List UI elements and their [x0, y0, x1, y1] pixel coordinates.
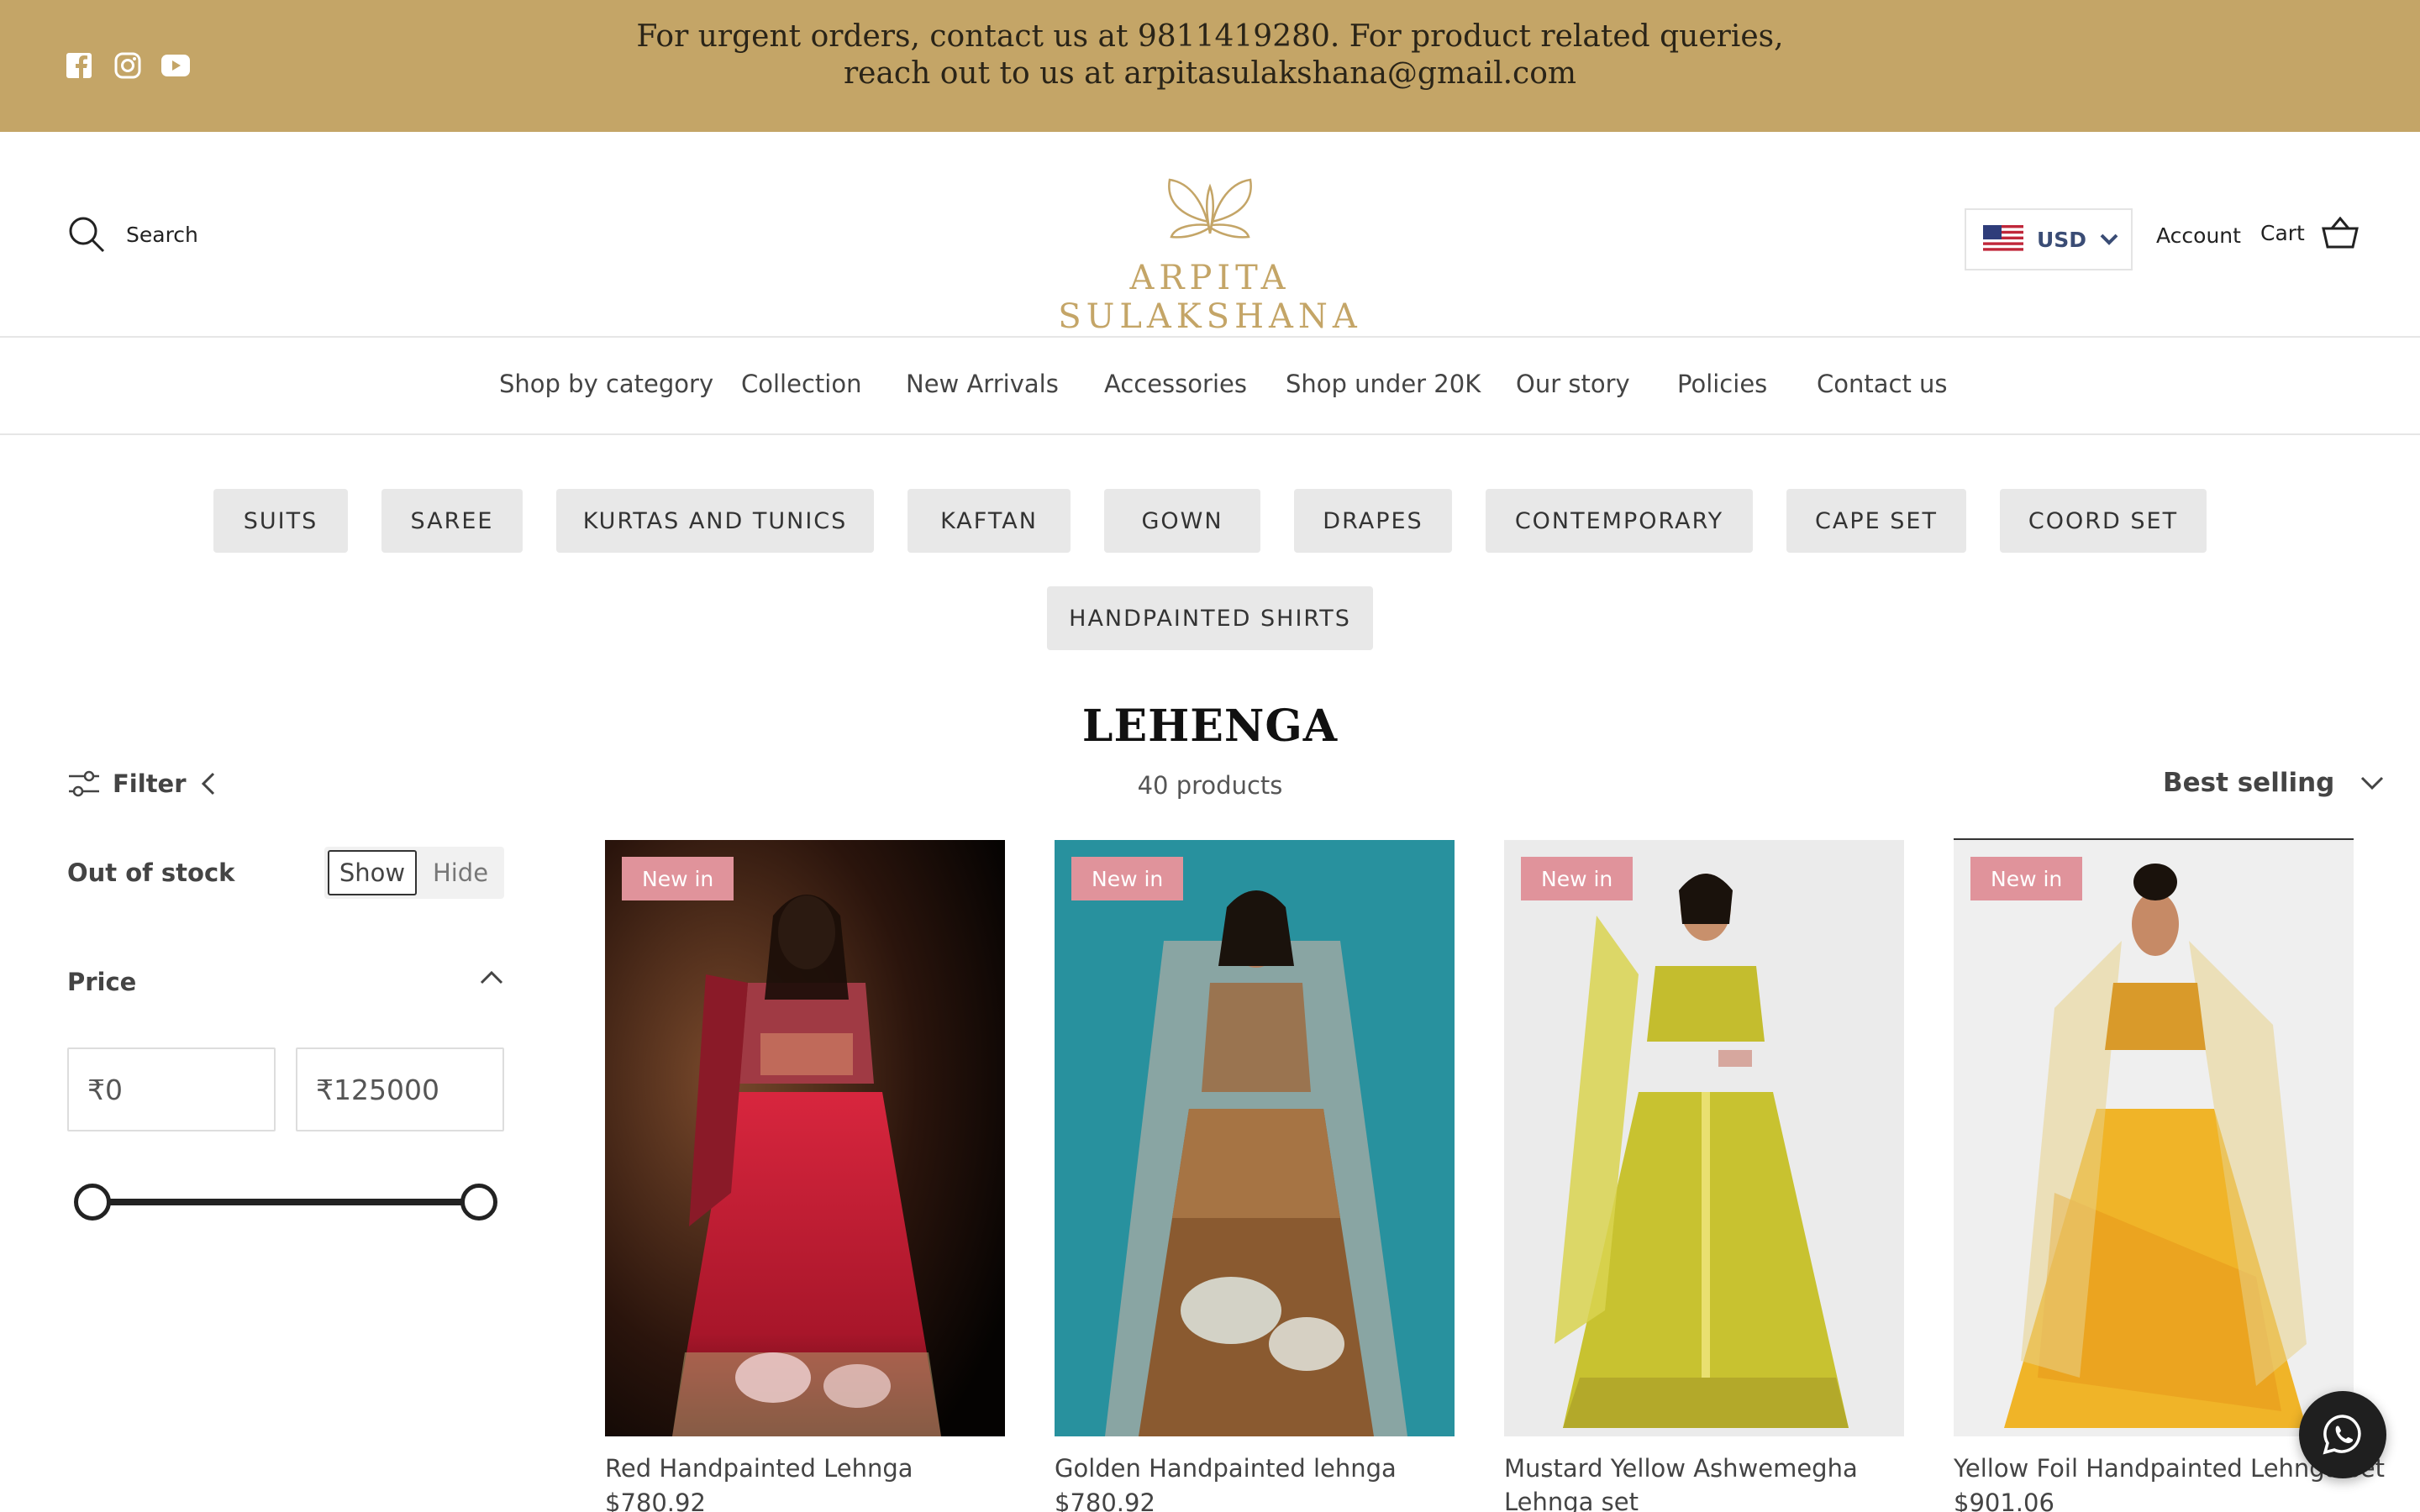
product-card[interactable]: New in Red Handpainted Lehnga $780.92 — [605, 840, 1005, 1512]
chevron-left-icon — [201, 772, 214, 795]
product-price: $780.92 — [605, 1488, 706, 1512]
sort-label: Best selling — [2163, 768, 2335, 798]
price-slider-min-handle[interactable] — [74, 1184, 111, 1221]
new-in-badge: New in — [1521, 857, 1634, 900]
category-pill-drapes[interactable]: DRAPES — [1294, 489, 1452, 553]
category-pill-contemporary[interactable]: CONTEMPORARY — [1486, 489, 1753, 553]
butterfly-logo-icon — [1168, 178, 1252, 239]
nav-our-story[interactable]: Our story — [1516, 370, 1630, 398]
nav-shop-under-20k[interactable]: Shop under 20K — [1286, 370, 1481, 398]
product-card[interactable]: New in Yellow Foil Handpainted Lehnga se… — [1954, 838, 2385, 1512]
cart-basket-icon — [2321, 217, 2359, 249]
chevron-down-icon — [2100, 234, 2118, 245]
product-card[interactable]: New in Mustard Yellow Ashwemegha Lehnga … — [1504, 840, 1904, 1512]
nav-shop-by-category[interactable]: Shop by category — [499, 370, 713, 398]
whatsapp-icon — [2323, 1415, 2361, 1455]
logo[interactable]: ARPITA SULAKSHANA — [983, 175, 1437, 336]
category-pill-gown[interactable]: GOWN — [1104, 489, 1260, 553]
whatsapp-chat-button[interactable] — [2299, 1391, 2386, 1478]
nav-policies[interactable]: Policies — [1677, 370, 1767, 398]
search-label: Search — [126, 222, 198, 247]
category-pill-handpainted-shirts[interactable]: HANDPAINTED SHIRTS — [1047, 586, 1373, 650]
product-name[interactable]: Red Handpainted Lehnga — [605, 1452, 1042, 1485]
category-pill-kurtas-and-tunics[interactable]: KURTAS AND TUNICS — [556, 489, 874, 553]
new-in-badge: New in — [1071, 857, 1184, 900]
chevron-down-icon — [2361, 776, 2384, 790]
price-slider-track — [92, 1199, 479, 1205]
product-price: $901.06 — [1954, 1488, 2054, 1512]
collection-title: LEHENGA — [1081, 701, 1339, 752]
account-link[interactable]: Account — [2156, 223, 2241, 248]
category-pill-saree[interactable]: SAREE — [381, 489, 523, 553]
cart-link[interactable]: Cart — [2260, 217, 2359, 249]
category-pill-suits[interactable]: SUITS — [213, 489, 348, 553]
show-option[interactable]: Show — [328, 850, 417, 895]
cart-label: Cart — [2260, 220, 2305, 245]
announcement-text: For urgent orders, contact us at 9811419… — [636, 19, 1784, 91]
currency-label: USD — [2037, 227, 2087, 252]
product-image[interactable]: New in — [605, 840, 1005, 1436]
product-count: 40 products — [1137, 771, 1283, 800]
nav-new-arrivals[interactable]: New Arrivals — [906, 370, 1059, 398]
announcement-bar: For urgent orders, contact us at 9811419… — [0, 0, 2420, 132]
logo-wordmark: ARPITA SULAKSHANA — [1058, 259, 1362, 336]
filter-label: Filter — [113, 769, 187, 798]
stock-visibility-toggle: Show Hide — [324, 847, 504, 899]
header-divider — [0, 336, 2420, 338]
nav-contact-us[interactable]: Contact us — [1817, 370, 1948, 398]
product-image[interactable]: New in — [1055, 840, 1455, 1436]
currency-selector[interactable]: USD — [1965, 208, 2133, 270]
new-in-badge: New in — [1970, 857, 2083, 900]
sort-dropdown[interactable]: Best selling — [2163, 768, 2385, 798]
category-pill-cape-set[interactable]: CAPE SET — [1786, 489, 1966, 553]
nav-divider — [0, 433, 2420, 435]
product-image[interactable]: New in — [1954, 840, 2354, 1436]
price-slider-max-handle[interactable] — [460, 1184, 497, 1221]
category-pill-coord-set[interactable]: COORD SET — [2000, 489, 2207, 553]
out-of-stock-label: Out of stock — [67, 858, 235, 887]
youtube-icon[interactable] — [161, 52, 190, 79]
nav-accessories[interactable]: Accessories — [1104, 370, 1247, 398]
price-filter-label[interactable]: Price — [67, 968, 136, 996]
product-price: $780.92 — [1055, 1488, 1155, 1512]
instagram-icon[interactable] — [114, 52, 141, 79]
chevron-up-icon[interactable] — [479, 968, 504, 986]
search-icon — [69, 217, 105, 253]
main-nav: Shop by category Collection New Arrivals… — [0, 370, 2420, 407]
us-flag-icon — [1983, 225, 2023, 254]
product-name[interactable]: Golden Handpainted lehnga — [1055, 1452, 1491, 1485]
product-name[interactable]: Mustard Yellow Ashwemegha Lehnga set — [1504, 1452, 1941, 1512]
product-image[interactable]: New in — [1504, 840, 1904, 1436]
hide-option[interactable]: Hide — [420, 850, 501, 895]
search-button[interactable]: Search — [67, 215, 198, 254]
price-min-input[interactable]: ₹0 — [67, 1047, 276, 1131]
facebook-icon[interactable] — [66, 52, 92, 79]
product-card[interactable]: New in Golden Handpainted lehnga $780.92 — [1055, 840, 1455, 1512]
nav-collection[interactable]: Collection — [741, 370, 861, 398]
new-in-badge: New in — [622, 857, 734, 900]
filter-sliders-icon — [69, 770, 99, 797]
filter-toggle[interactable]: Filter — [67, 769, 218, 798]
price-max-input[interactable]: ₹125000 — [296, 1047, 504, 1131]
category-pill-kaftan[interactable]: KAFTAN — [908, 489, 1071, 553]
